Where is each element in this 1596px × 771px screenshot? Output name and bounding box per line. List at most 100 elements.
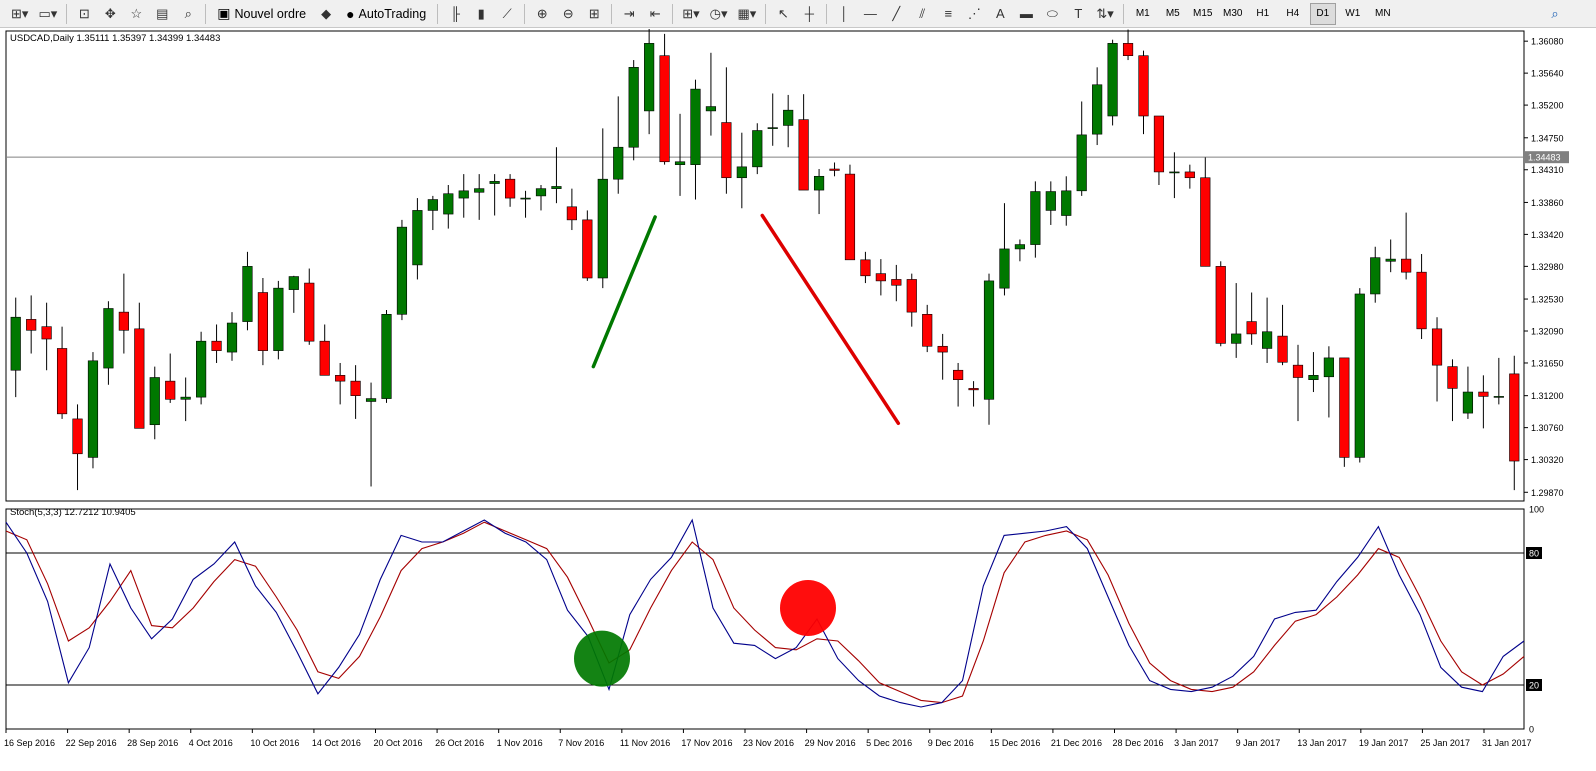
candle-body (165, 380, 176, 400)
crosshair-icon[interactable]: ┼ (798, 3, 820, 25)
auto-scroll-icon[interactable]: ⇥ (618, 3, 640, 25)
timeframe-m15-button[interactable]: M15 (1190, 3, 1216, 25)
timeframe-d1-button[interactable]: D1 (1309, 2, 1336, 25)
price-tick-label: 1.31650 (1531, 358, 1564, 368)
candle-body (149, 377, 160, 426)
timeframe-m1-button[interactable]: M1 (1130, 3, 1156, 25)
text-label-icon[interactable]: T (1067, 3, 1089, 25)
time-tick-label: 9 Dec 2016 (928, 738, 974, 748)
trendline-icon[interactable]: ╱ (885, 3, 907, 25)
periods-icon[interactable]: ◷ ▾ (707, 3, 731, 25)
candle-body (752, 130, 763, 168)
timeframe-h4-button[interactable]: H4 (1280, 3, 1306, 25)
candle-body (535, 188, 547, 197)
candle-body (1431, 328, 1443, 366)
price-tick-label: 1.33420 (1531, 230, 1564, 240)
candle-body (1076, 134, 1087, 192)
candle-body (257, 292, 268, 351)
metaeditor-icon[interactable]: ◆ (315, 3, 337, 25)
candle-body (736, 166, 747, 179)
vertical-line-icon[interactable]: │ (833, 3, 855, 25)
equidistant-channel-icon[interactable]: ⫽ (911, 3, 933, 25)
line-chart-icon[interactable]: ⟋ (496, 3, 518, 25)
stochastic-tick-label: 80 (1529, 549, 1539, 559)
candle-body (644, 43, 655, 112)
candle-body (56, 348, 68, 415)
toolbar-separator (672, 3, 674, 24)
candle-body (906, 279, 917, 313)
toolbar-separator (205, 3, 207, 24)
green-circle-marker[interactable] (574, 630, 630, 687)
candle-body (1509, 373, 1520, 462)
strategy-tester-icon[interactable]: ⌕ (177, 3, 199, 25)
chart-shift-icon[interactable]: ⇤ (644, 3, 666, 25)
time-tick-label: 13 Jan 2017 (1297, 738, 1347, 748)
candle-body (396, 226, 408, 315)
price-tick-label: 1.32980 (1531, 262, 1564, 272)
horizontal-line-icon[interactable]: — (859, 3, 881, 25)
candle-body (505, 178, 516, 199)
timeframe-mn-button[interactable]: MN (1370, 3, 1396, 25)
stochastic-info-label: Stoch(5,3,3) 12.7212 10.9405 (10, 507, 136, 518)
candle-body (273, 287, 284, 351)
bar-chart-icon[interactable]: ╟ (444, 3, 466, 25)
zoom-in-icon[interactable]: ⊕ (531, 3, 553, 25)
candle-body (26, 319, 37, 331)
new-chart-icon[interactable]: ⊞ ▾ (8, 3, 31, 25)
rectangle-icon[interactable]: ▬ (1015, 3, 1037, 25)
price-tick-label: 1.32530 (1531, 295, 1564, 305)
symbol-info-label: USDCAD,Daily 1.35111 1.35397 1.34399 1.3… (10, 33, 220, 44)
candlestick-icon[interactable]: ▮ (470, 3, 492, 25)
candle-body (103, 308, 114, 369)
zoom-out-icon[interactable]: ⊖ (557, 3, 579, 25)
new-order-label: Nouvel ordre (234, 6, 307, 21)
search-icon[interactable]: ⌕ (1544, 3, 1566, 25)
indicators-icon[interactable]: ⊞ ▾ (679, 3, 702, 25)
candle-body (1061, 190, 1072, 216)
price-tick-label: 1.30320 (1531, 455, 1564, 465)
time-tick-label: 21 Dec 2016 (1051, 738, 1102, 748)
candle-body (118, 311, 129, 331)
candle-body (1153, 115, 1165, 173)
candle-body (474, 188, 485, 193)
candle-body (783, 109, 794, 126)
candle-body (1462, 391, 1474, 414)
candle-body (721, 122, 732, 179)
candle-body (1184, 171, 1195, 179)
candle-body (1045, 191, 1056, 211)
templates-icon[interactable]: ▦ ▾ (735, 3, 760, 25)
fibonacci-icon[interactable]: ≡ (937, 3, 959, 25)
candle-body (226, 322, 238, 353)
time-tick-label: 26 Oct 2016 (435, 738, 484, 748)
candle-body (304, 282, 315, 342)
new-order-button[interactable]: ▣ Nouvel ordre (212, 3, 311, 25)
data-window-icon[interactable]: ▤ (151, 3, 173, 25)
candle-body (613, 146, 624, 180)
navigator-icon[interactable]: ✥ (99, 3, 121, 25)
text-icon[interactable]: A (989, 3, 1011, 25)
profiles-icon[interactable]: ▭ ▾ (35, 3, 60, 25)
ellipse-icon[interactable]: ⬭ (1041, 3, 1063, 25)
arrows-icon[interactable]: ⇅ ▾ (1093, 3, 1116, 25)
timeframe-m30-button[interactable]: M30 (1220, 3, 1246, 25)
candle-body (1215, 266, 1226, 344)
time-tick-label: 10 Oct 2016 (250, 738, 299, 748)
price-tick-label: 1.35200 (1531, 101, 1564, 111)
timeframe-w1-button[interactable]: W1 (1340, 3, 1366, 25)
candle-body (1092, 84, 1103, 135)
tile-windows-icon[interactable]: ⊞ (583, 3, 605, 25)
favorites-icon[interactable]: ☆ (125, 3, 147, 25)
autotrading-button[interactable]: ● AutoTrading (341, 3, 431, 25)
candle-body (1107, 43, 1118, 117)
chart-window[interactable]: 1.36080 1.35640 1.35200 1.34750 1.34310 1.338… (0, 29, 1596, 771)
red-circle-marker[interactable] (780, 580, 836, 636)
market-watch-icon[interactable]: ⊡ (73, 3, 95, 25)
price-tick-label: 1.34750 (1531, 133, 1564, 143)
time-tick-label: 25 Jan 2017 (1420, 738, 1470, 748)
toolbar-separator (1122, 3, 1124, 24)
timeframe-m5-button[interactable]: M5 (1160, 3, 1186, 25)
cursor-icon[interactable]: ↖ (772, 3, 794, 25)
timeframe-h1-button[interactable]: H1 (1250, 3, 1276, 25)
candle-body (1169, 171, 1180, 174)
fibo-fan-icon[interactable]: ⋰ (963, 3, 985, 25)
